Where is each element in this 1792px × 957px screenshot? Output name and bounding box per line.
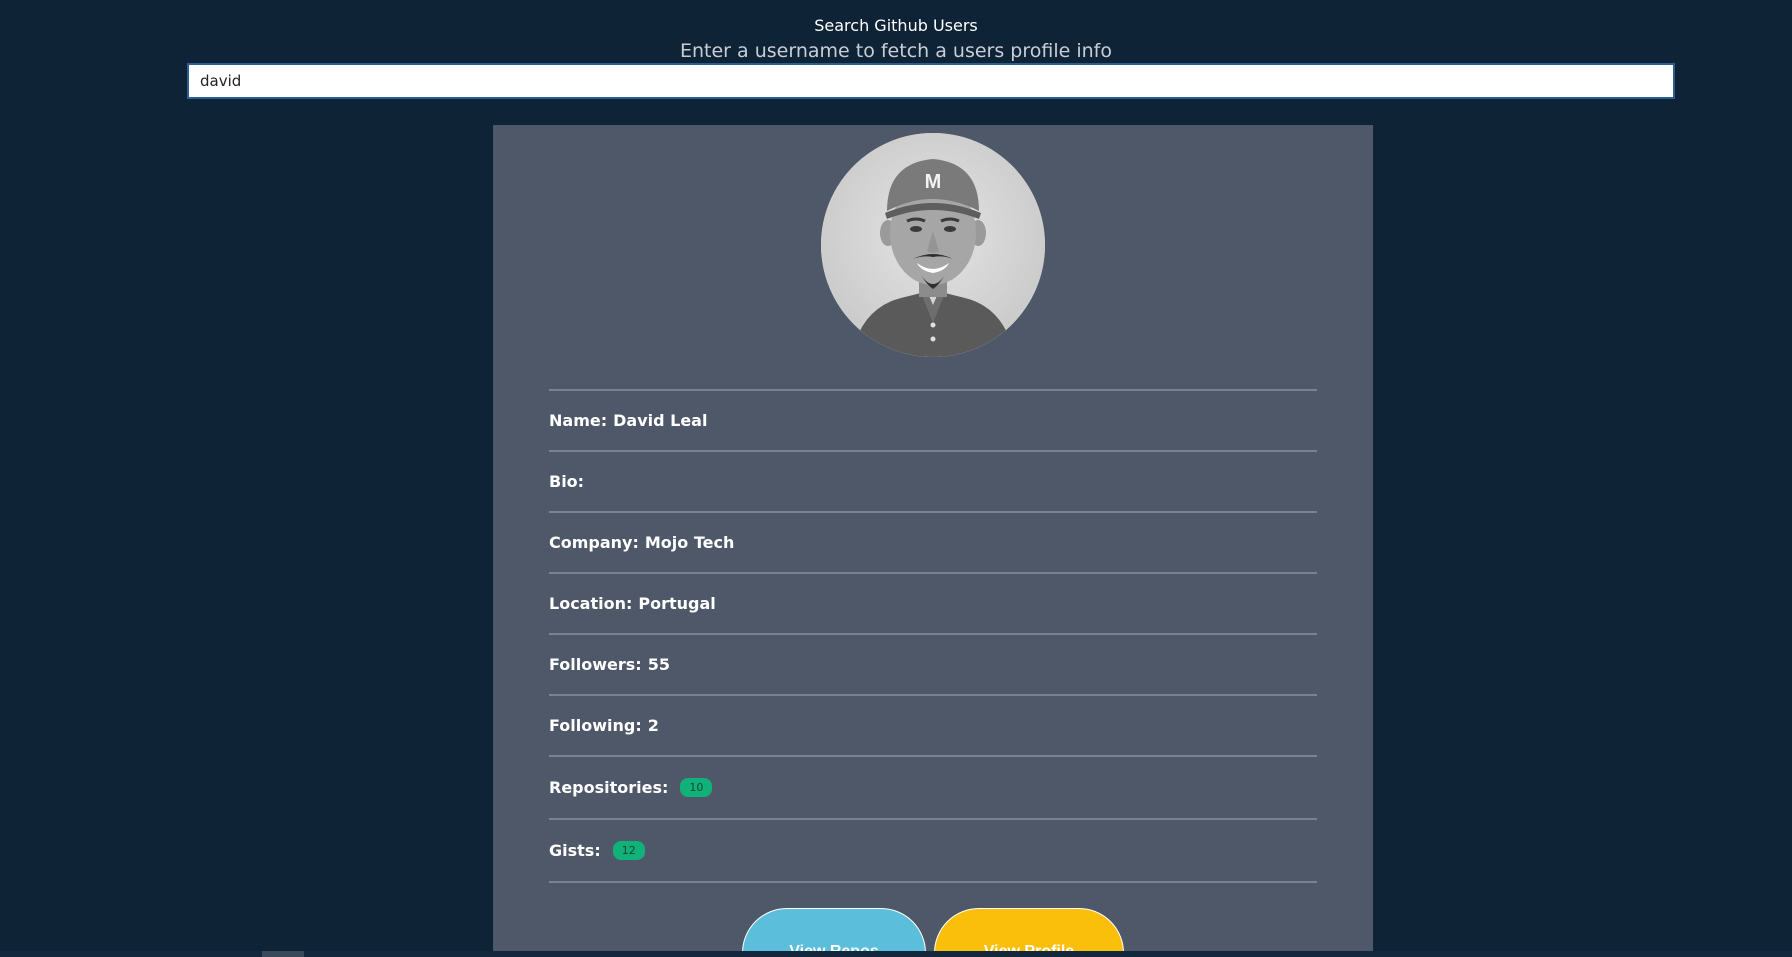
page-subtitle: Enter a username to fetch a users profil… [680,40,1112,62]
profile-info-list: Name: David Leal Bio: Company: Mojo Tech… [549,389,1317,883]
repositories-label: Repositories: [549,778,669,797]
view-repos-button[interactable]: View Repos [742,908,926,957]
bio-label: Bio: [549,472,585,491]
company-label: Company: [549,533,639,552]
avatar-photo-icon: M [821,133,1045,357]
repositories-count-badge: 10 [680,778,713,797]
followers-label: Followers: [549,655,642,674]
page: Search Github Users Enter a username to … [0,0,1792,957]
following-label: Following: [549,716,642,735]
svg-text:M: M [925,171,942,193]
company-row: Company: Mojo Tech [549,513,1317,574]
followers-row: Followers: 55 [549,635,1317,696]
search-input[interactable] [187,63,1675,99]
name-value: David Leal [613,411,708,430]
name-row: Name: David Leal [549,391,1317,452]
company-value: Mojo Tech [644,533,735,552]
location-label: Location: [549,594,633,613]
followers-value: 55 [647,655,670,674]
avatar: M [821,133,1045,357]
view-profile-button[interactable]: View Profile [934,908,1124,957]
header: Search Github Users Enter a username to … [0,14,1792,64]
gists-row: Gists: 12 [549,820,1317,883]
repositories-row: Repositories: 10 [549,757,1317,820]
name-label: Name: [549,411,608,430]
gists-count-badge: 12 [612,841,645,860]
following-value: 2 [647,716,659,735]
gists-label: Gists: [549,841,601,860]
profile-card: M Name: David Leal Bio: Company: Mojo Te… [493,125,1373,957]
page-title: Search Github Users [814,16,978,35]
scrollbar-thumb[interactable] [262,951,304,957]
following-row: Following: 2 [549,696,1317,757]
location-value: Portugal [638,594,716,613]
location-row: Location: Portugal [549,574,1317,635]
bio-row: Bio: [549,452,1317,513]
